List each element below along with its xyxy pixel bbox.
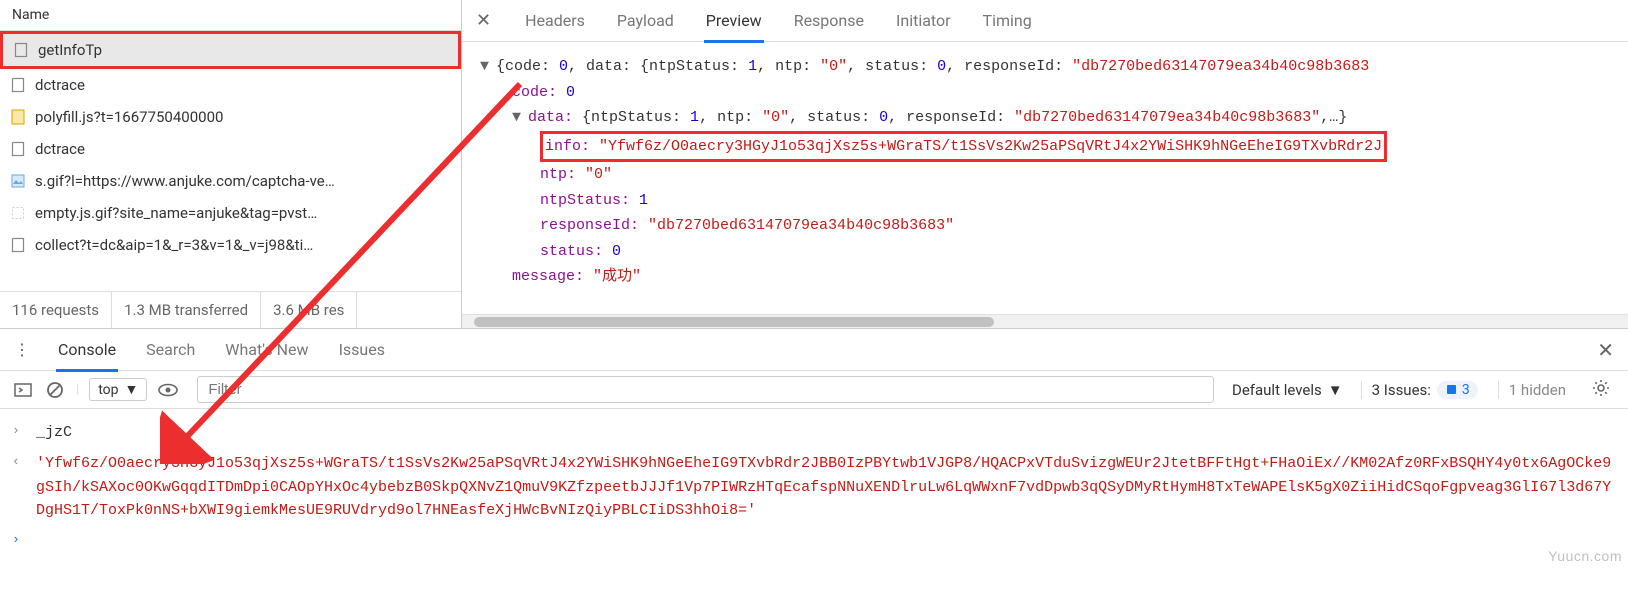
json-property-status[interactable]: status: 0 [480, 239, 1610, 265]
menu-icon[interactable]: ⋮ [14, 340, 30, 359]
json-property-ntp[interactable]: ntp: "0" [480, 162, 1610, 188]
console-output-line[interactable]: ‹ 'Yfwf6z/O0aecry3HGyJ1o53qjXsz5s+WGraTS… [12, 448, 1616, 526]
console-output-text: 'Yfwf6z/O0aecry3HGyJ1o53qjXsz5s+WGraTS/t… [36, 452, 1616, 522]
json-property-responseid[interactable]: responseId: "db7270bed63147079ea34b40c98… [480, 213, 1610, 239]
drawer-tabs: ⋮ Console Search What's New Issues ✕ [0, 329, 1628, 371]
console-input-text: _jzC [36, 421, 1616, 444]
expand-toggle-icon[interactable]: ▼ [512, 105, 524, 131]
hidden-messages-label[interactable]: 1 hidden [1498, 381, 1576, 399]
preview-tabs: ✕ Headers Payload Preview Response Initi… [462, 0, 1628, 42]
request-row[interactable]: empty.js.gif?site_name=anjuke&tag=pvst… [0, 197, 461, 229]
tab-payload[interactable]: Payload [615, 1, 676, 43]
output-arrow-icon: ‹ [12, 452, 26, 522]
blank-file-icon [10, 205, 26, 221]
scrollbar-thumb[interactable] [474, 317, 994, 327]
request-row[interactable]: dctrace [0, 69, 461, 101]
tab-preview[interactable]: Preview [704, 1, 764, 43]
column-header-name: Name [0, 0, 461, 31]
tab-headers[interactable]: Headers [523, 1, 587, 43]
status-resources: 3.6 MB res [261, 292, 357, 328]
json-property-code[interactable]: code: 0 [480, 80, 1610, 106]
request-name: getInfoTp [38, 41, 102, 59]
console-output[interactable]: › _jzC ‹ 'Yfwf6z/O0aecry3HGyJ1o53qjXsz5s… [0, 409, 1628, 616]
request-name: collect?t=dc&aip=1&_r=3&v=1&_v=j98&ti… [35, 236, 313, 254]
request-name: dctrace [35, 76, 85, 94]
close-icon[interactable]: ✕ [472, 10, 495, 31]
settings-gear-icon[interactable] [1586, 379, 1616, 401]
json-property-info[interactable]: info: "Yfwf6z/O0aecry3HGyJ1o53qjXsz5s+WG… [480, 131, 1610, 163]
input-arrow-icon: › [12, 421, 26, 444]
expand-toggle-icon[interactable]: ▼ [480, 54, 492, 80]
request-name: polyfill.js?t=1667750400000 [35, 108, 223, 126]
horizontal-scrollbar[interactable] [462, 314, 1628, 328]
chevron-down-icon: ▼ [1328, 381, 1343, 399]
input-arrow-icon: › [12, 530, 26, 550]
status-requests: 116 requests [0, 292, 112, 328]
js-file-icon [10, 109, 26, 125]
toggle-sidebar-icon[interactable] [12, 379, 34, 401]
image-file-icon [10, 173, 26, 189]
issues-button[interactable]: 3 Issues: 3 [1361, 381, 1488, 399]
tab-console[interactable]: Console [56, 330, 118, 372]
response-preview-panel: ✕ Headers Payload Preview Response Initi… [462, 0, 1628, 328]
request-row[interactable]: polyfill.js?t=1667750400000 [0, 101, 461, 133]
request-name: s.gif?l=https://www.anjuke.com/captcha-v… [35, 172, 335, 190]
info-icon [1445, 383, 1458, 396]
status-transferred: 1.3 MB transferred [112, 292, 261, 328]
live-expression-icon[interactable] [157, 379, 179, 401]
tab-initiator[interactable]: Initiator [894, 1, 953, 43]
execution-context-selector[interactable]: top▼ [89, 378, 147, 401]
tab-search[interactable]: Search [144, 330, 197, 372]
tab-timing[interactable]: Timing [981, 1, 1034, 43]
network-request-panel: Name getInfoTp dctrace polyfill.js?t=166… [0, 0, 462, 328]
file-icon [10, 77, 26, 93]
close-icon[interactable]: ✕ [1597, 338, 1614, 362]
request-row[interactable]: dctrace [0, 133, 461, 165]
log-levels-selector[interactable]: Default levels▼ [1224, 381, 1351, 399]
json-viewer[interactable]: ▼{code: 0, data: {ntpStatus: 1, ntp: "0"… [462, 42, 1628, 314]
tab-response[interactable]: Response [792, 1, 866, 43]
tab-issues[interactable]: Issues [337, 330, 387, 372]
console-toolbar: | top▼ Default levels▼ 3 Issues: 3 1 hid… [0, 371, 1628, 409]
tab-whatsnew[interactable]: What's New [223, 330, 310, 372]
json-property-data[interactable]: ▼data: data: {ntpStatus: 1, ntp: "0", st… [480, 105, 1610, 131]
json-property-ntpstatus[interactable]: ntpStatus: 1 [480, 188, 1610, 214]
file-icon [10, 141, 26, 157]
request-row[interactable]: collect?t=dc&aip=1&_r=3&v=1&_v=j98&ti… [0, 229, 461, 261]
request-name: dctrace [35, 140, 85, 158]
file-icon [13, 42, 29, 58]
network-status-bar: 116 requests 1.3 MB transferred 3.6 MB r… [0, 291, 461, 328]
chevron-down-icon: ▼ [124, 381, 138, 398]
console-input-line[interactable]: › _jzC [12, 417, 1616, 448]
request-list: getInfoTp dctrace polyfill.js?t=16677504… [0, 31, 461, 291]
console-drawer: ⋮ Console Search What's New Issues ✕ | t… [0, 329, 1628, 616]
request-row[interactable]: s.gif?l=https://www.anjuke.com/captcha-v… [0, 165, 461, 197]
console-prompt[interactable]: › [12, 526, 1616, 554]
json-root[interactable]: ▼{code: 0, data: {ntpStatus: 1, ntp: "0"… [480, 54, 1610, 80]
json-property-message[interactable]: message: "成功" [480, 264, 1610, 290]
clear-console-icon[interactable] [44, 379, 66, 401]
console-filter-input[interactable] [197, 376, 1214, 403]
issue-count-badge: 3 [1437, 381, 1478, 399]
request-name: empty.js.gif?site_name=anjuke&tag=pvst… [35, 204, 317, 222]
request-row-getinfotp[interactable]: getInfoTp [0, 31, 461, 69]
file-icon [10, 237, 26, 253]
